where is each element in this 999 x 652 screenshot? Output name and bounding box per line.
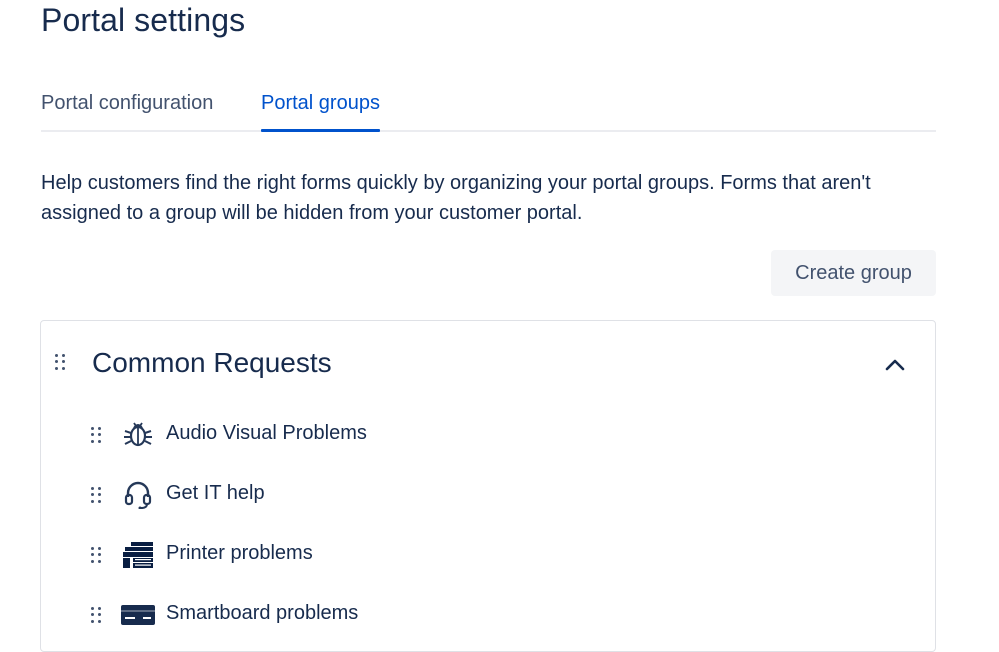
portal-group-card: Common Requests Audio Visual Problems Ge…	[40, 320, 936, 652]
list-item[interactable]: Printer problems	[41, 535, 935, 575]
bug-icon	[121, 419, 155, 449]
item-label: Audio Visual Problems	[166, 422, 367, 444]
item-label: Printer problems	[166, 542, 313, 564]
create-group-button[interactable]: Create group	[771, 250, 936, 296]
headset-icon	[121, 479, 155, 510]
drag-handle-icon[interactable]	[91, 487, 101, 503]
page-title: Portal settings	[41, 2, 246, 38]
tab-bar: Portal configuration Portal groups	[41, 88, 936, 132]
drag-handle-icon[interactable]	[91, 607, 101, 623]
drag-handle-icon[interactable]	[91, 427, 101, 443]
page-description: Help customers find the right forms quic…	[41, 172, 871, 224]
drag-handle-icon[interactable]	[55, 354, 65, 370]
tab-portal-configuration[interactable]: Portal configuration	[41, 92, 213, 128]
group-title: Common Requests	[92, 347, 332, 378]
chevron-up-icon[interactable]	[880, 350, 910, 380]
printer-icon	[121, 539, 155, 569]
item-label: Smartboard problems	[166, 602, 359, 624]
list-item[interactable]: Get IT help	[41, 475, 935, 515]
item-label: Get IT help	[166, 482, 265, 504]
list-item[interactable]: Smartboard problems	[41, 595, 935, 635]
list-item[interactable]: Audio Visual Problems	[41, 415, 935, 455]
drag-handle-icon[interactable]	[91, 547, 101, 563]
tab-portal-groups[interactable]: Portal groups	[261, 92, 380, 132]
card-icon	[121, 599, 155, 629]
